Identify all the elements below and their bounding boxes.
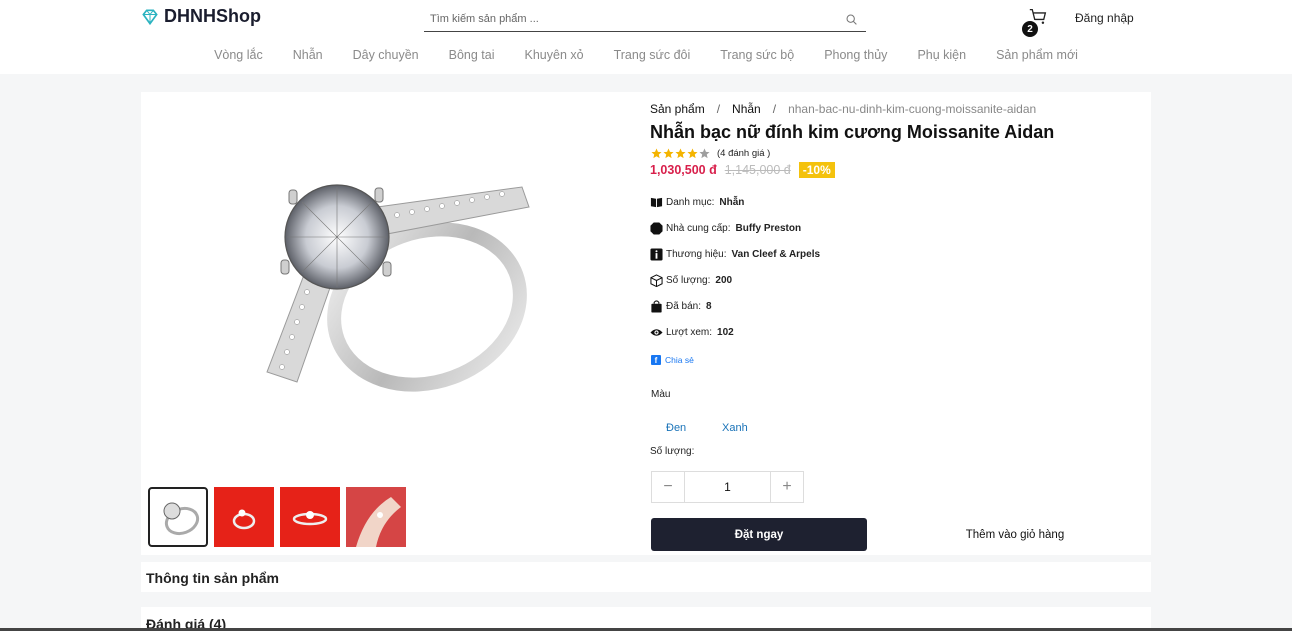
ring-thumbnail-image <box>163 502 200 536</box>
nav-item-khuyen-xo[interactable]: Khuyên xỏ <box>510 48 599 62</box>
breadcrumb-category[interactable]: Nhẫn <box>732 102 761 116</box>
color-option-den[interactable]: Đen <box>666 422 686 434</box>
category-label: Danh mục: <box>666 197 715 208</box>
sold-value: 8 <box>706 301 712 312</box>
ring-thumbnail-image <box>232 509 256 530</box>
info-stock: Số lượng: 200 <box>650 274 732 287</box>
search-input[interactable] <box>424 8 824 30</box>
facebook-icon: f <box>651 355 661 365</box>
info-category: Danh mục: Nhẫn <box>650 196 744 209</box>
eye-icon <box>650 329 663 336</box>
ring-thumbnail-image <box>292 511 328 526</box>
star-empty-icon <box>699 148 710 159</box>
info-supplier: Nhà cung cấp: Buffy Preston <box>650 222 801 235</box>
quantity-input[interactable]: 1 <box>684 472 771 502</box>
hand-ring-thumbnail-image <box>346 487 406 547</box>
thumbnail-1[interactable] <box>148 487 208 547</box>
nav-item-phong-thuy[interactable]: Phong thủy <box>809 48 902 62</box>
current-price: 1,030,500 đ <box>650 163 717 177</box>
cart-count-badge: 2 <box>1020 19 1040 39</box>
category-nav: Vòng lắc Nhẫn Dây chuyền Bông tai Khuyên… <box>0 48 1292 62</box>
rating-count[interactable]: (4 đánh giá ) <box>717 148 770 159</box>
discount-badge: -10% <box>798 162 835 178</box>
share-facebook-button[interactable]: f Chia sẻ <box>651 355 694 365</box>
views-value: 102 <box>717 327 734 338</box>
add-to-cart-button[interactable]: Thêm vào giỏ hàng <box>920 518 1110 551</box>
supplier-value: Buffy Preston <box>735 223 802 234</box>
rating: (4 đánh giá ) <box>651 148 770 159</box>
breadcrumb-root[interactable]: Sản phẩm <box>650 102 705 116</box>
shopping-bag-icon <box>651 300 662 313</box>
nav-item-vong-lac[interactable]: Vòng lắc <box>199 48 278 62</box>
info-views: Lượt xem: 102 <box>650 326 734 339</box>
product-title: Nhẫn bạc nữ đính kim cương Moissanite Ai… <box>650 122 1055 142</box>
views-label: Lượt xem: <box>666 327 713 338</box>
star-filled-icon <box>663 148 674 159</box>
price-row: 1,030,500 đ 1,145,000 đ -10% <box>650 162 835 178</box>
original-price: 1,145,000 đ <box>724 163 791 177</box>
star-filled-icon <box>651 148 662 159</box>
breadcrumb-current: nhan-bac-nu-dinh-kim-cuong-moissanite-ai… <box>788 102 1037 116</box>
breadcrumb: Sản phẩm / Nhẫn / nhan-bac-nu-dinh-kim-c… <box>650 102 1036 116</box>
breadcrumb-separator: / <box>772 102 777 116</box>
search-icon[interactable] <box>845 13 858 26</box>
info-sold: Đã bán: 8 <box>650 300 712 313</box>
diamond-icon <box>142 9 158 25</box>
nav-item-bong-tai[interactable]: Bông tai <box>434 48 510 62</box>
star-filled-icon <box>675 148 686 159</box>
buy-now-button[interactable]: Đặt ngay <box>651 518 867 551</box>
thumbnail-4[interactable] <box>346 487 406 547</box>
site-header: DHNHShop 2 Đăng nhập Vòng lắc Nhẫn Dây c… <box>0 0 1292 74</box>
brand-label: Thương hiệu: <box>666 249 727 260</box>
product-info-section[interactable]: Thông tin sản phẩm <box>141 562 1151 592</box>
nav-item-day-chuyen[interactable]: Dây chuyền <box>338 48 434 62</box>
login-link[interactable]: Đăng nhập <box>1075 11 1134 25</box>
stock-value: 200 <box>715 275 733 286</box>
cart-button[interactable]: 2 <box>1020 8 1050 39</box>
brand-value: Van Cleef & Arpels <box>731 249 821 260</box>
info-icon <box>650 248 663 261</box>
nav-item-trang-suc-bo[interactable]: Trang sức bộ <box>705 48 809 62</box>
brand-logo[interactable]: DHNHShop <box>140 6 261 27</box>
thumbnail-2[interactable] <box>214 487 274 547</box>
quantity-label: Số lượng: <box>650 446 695 457</box>
breadcrumb-separator: / <box>716 102 721 116</box>
color-option-xanh[interactable]: Xanh <box>722 422 748 434</box>
share-label: Chia sẻ <box>665 355 694 365</box>
increase-quantity-button[interactable]: + <box>771 472 803 502</box>
product-main-image[interactable] <box>237 172 537 412</box>
info-brand: Thương hiệu: Van Cleef & Arpels <box>650 248 820 261</box>
product-info-title: Thông tin sản phẩm <box>146 570 279 586</box>
nav-item-san-pham-moi[interactable]: Sản phẩm mới <box>981 48 1093 62</box>
nav-item-trang-suc-doi[interactable]: Trang sức đôi <box>599 48 706 62</box>
stock-label: Số lượng: <box>666 275 711 286</box>
nav-item-phu-kien[interactable]: Phụ kiện <box>902 48 981 62</box>
color-label: Màu <box>651 389 671 400</box>
octagon-icon <box>650 222 663 235</box>
search-bar <box>424 8 866 32</box>
quantity-stepper: − 1 + <box>651 471 804 503</box>
book-icon <box>650 197 663 208</box>
sold-label: Đã bán: <box>666 301 702 312</box>
brand-name: DHNHShop <box>164 6 261 26</box>
category-value[interactable]: Nhẫn <box>719 197 744 208</box>
thumbnail-3[interactable] <box>280 487 340 547</box>
star-filled-icon <box>687 148 698 159</box>
supplier-label: Nhà cung cấp: <box>666 223 731 234</box>
nav-item-nhan[interactable]: Nhẫn <box>278 48 338 62</box>
decrease-quantity-button[interactable]: − <box>652 472 684 502</box>
thumbnail-strip <box>148 487 406 547</box>
box-icon <box>650 274 663 287</box>
